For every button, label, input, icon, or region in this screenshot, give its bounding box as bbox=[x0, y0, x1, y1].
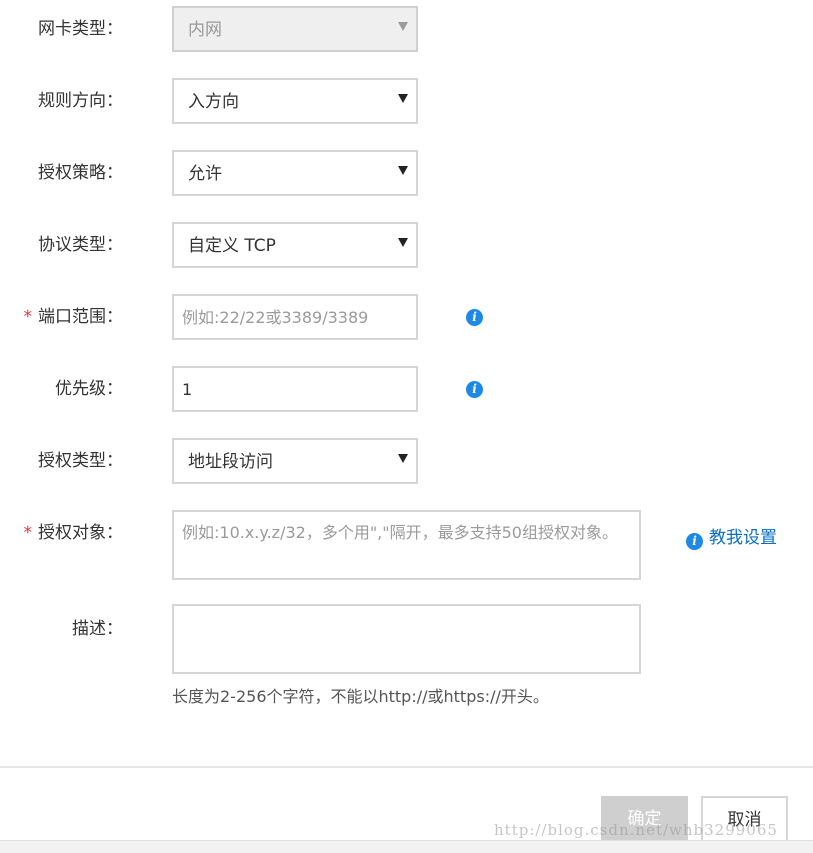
required-mark: * bbox=[23, 307, 33, 327]
description-label: 描述： bbox=[72, 619, 123, 639]
footer-divider bbox=[0, 766, 813, 768]
port-range-label: * 端口范围： bbox=[0, 306, 124, 328]
direction-value: 入方向 bbox=[188, 92, 239, 112]
policy-label: 授权策略： bbox=[38, 163, 123, 183]
auth-object-label-text: 授权对象： bbox=[38, 523, 123, 543]
help-setup-text: 教我设置 bbox=[709, 528, 777, 548]
priority-field[interactable] bbox=[172, 366, 418, 412]
chevron-down-icon bbox=[398, 94, 408, 103]
watermark: http://blog.csdn.net/whb3299065 bbox=[494, 821, 778, 839]
priority-label: 优先级： bbox=[55, 379, 123, 399]
priority-input[interactable] bbox=[174, 368, 416, 410]
chevron-down-icon bbox=[398, 238, 408, 247]
protocol-select[interactable]: 自定义 TCP bbox=[172, 222, 418, 268]
chevron-down-icon bbox=[398, 454, 408, 463]
description-textarea[interactable] bbox=[174, 606, 639, 672]
port-range-input[interactable] bbox=[174, 296, 416, 338]
auth-type-value: 地址段访问 bbox=[188, 452, 273, 472]
info-icon[interactable]: i bbox=[466, 309, 483, 326]
help-setup-link[interactable]: i 教我设置 bbox=[686, 523, 777, 550]
auth-object-textarea[interactable] bbox=[174, 512, 639, 578]
direction-label: 规则方向： bbox=[38, 91, 123, 111]
required-mark: * bbox=[23, 523, 33, 543]
nic-type-value: 内网 bbox=[188, 20, 222, 40]
protocol-value: 自定义 TCP bbox=[188, 236, 276, 256]
auth-type-select[interactable]: 地址段访问 bbox=[172, 438, 418, 484]
description-field[interactable] bbox=[172, 604, 641, 674]
direction-select[interactable]: 入方向 bbox=[172, 78, 418, 124]
port-range-label-text: 端口范围： bbox=[38, 307, 123, 327]
auth-object-field[interactable] bbox=[172, 510, 641, 580]
chevron-down-icon bbox=[398, 166, 408, 175]
bottom-bar bbox=[0, 840, 813, 853]
policy-value: 允许 bbox=[188, 164, 222, 184]
info-icon[interactable]: i bbox=[466, 381, 483, 398]
auth-type-label: 授权类型： bbox=[38, 451, 123, 471]
description-hint: 长度为2-256个字符，不能以http://或https://开头。 bbox=[172, 687, 549, 706]
policy-select[interactable]: 允许 bbox=[172, 150, 418, 196]
protocol-label: 协议类型： bbox=[38, 235, 123, 255]
chevron-down-icon bbox=[398, 22, 408, 31]
port-range-field[interactable] bbox=[172, 294, 418, 340]
info-icon: i bbox=[686, 533, 703, 550]
auth-object-label: * 授权对象： bbox=[0, 522, 124, 544]
nic-type-select[interactable]: 内网 bbox=[172, 6, 418, 52]
nic-type-label: 网卡类型： bbox=[38, 19, 123, 39]
